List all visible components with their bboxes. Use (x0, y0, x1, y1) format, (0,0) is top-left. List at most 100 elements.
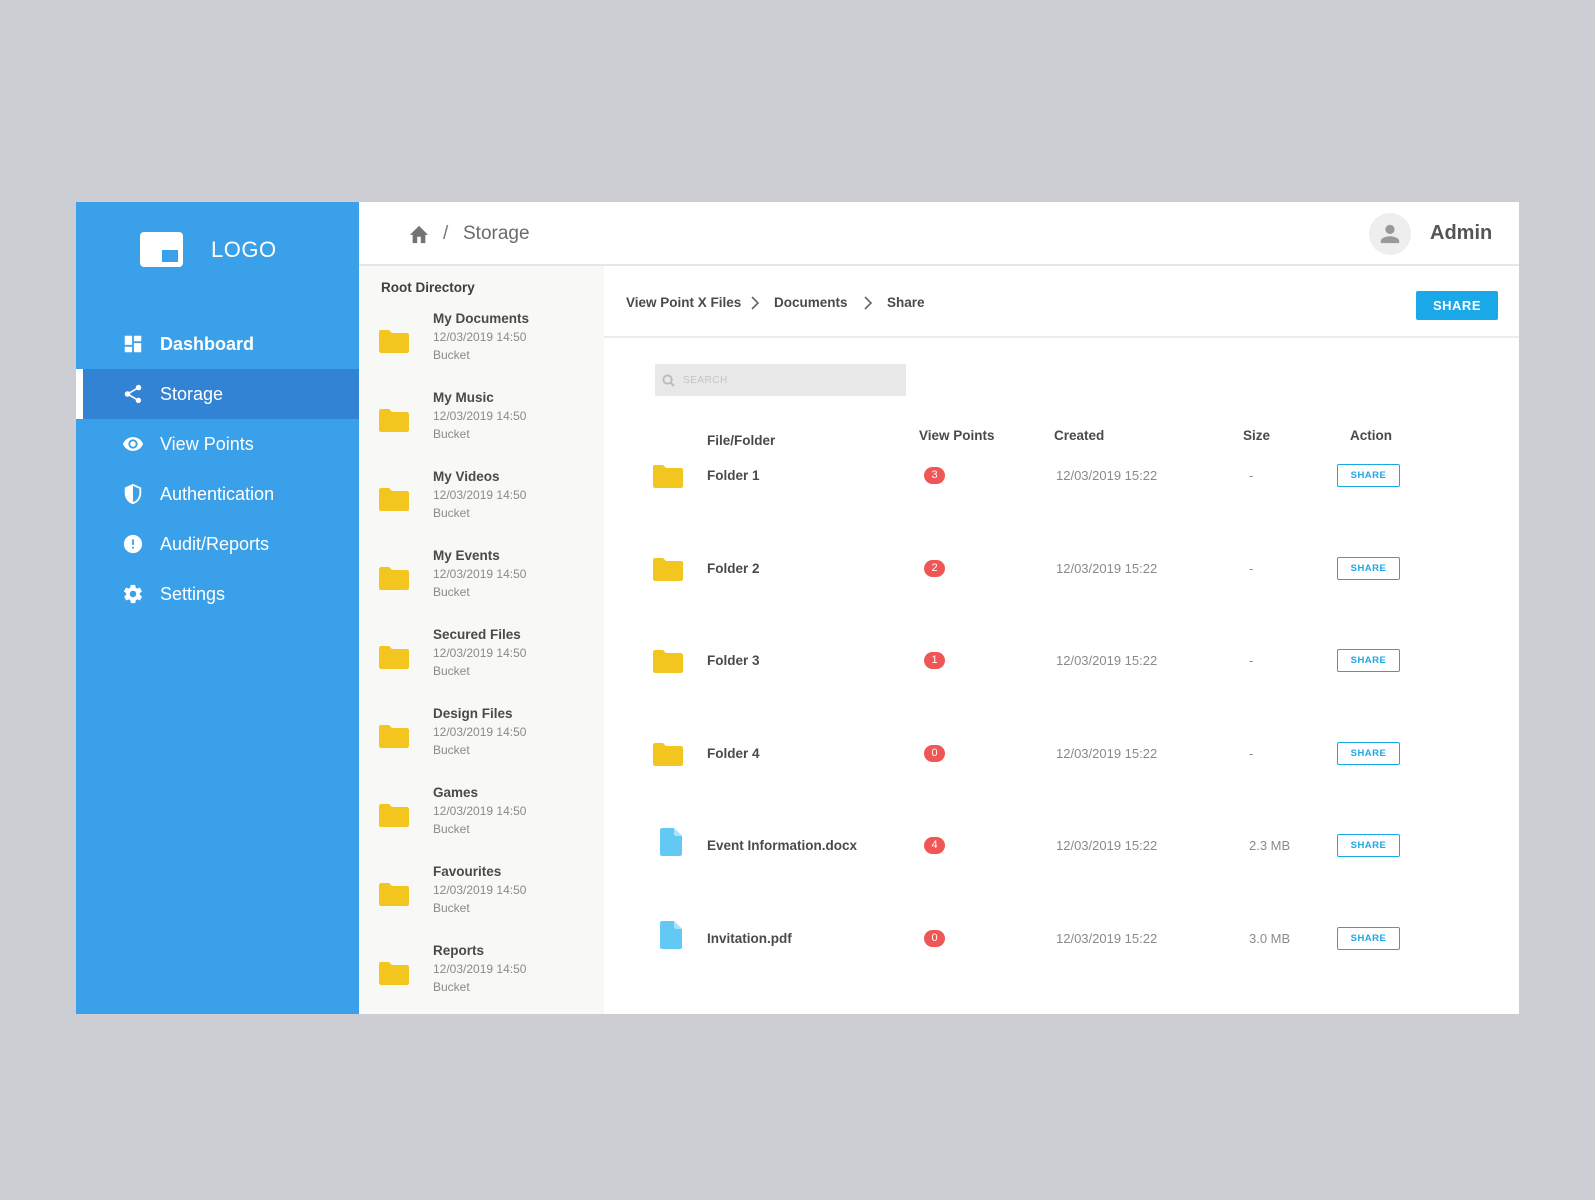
row-name[interactable]: Invitation.pdf (707, 931, 792, 946)
bucket-tag: Bucket (433, 743, 470, 757)
logo[interactable]: LOGO (140, 232, 277, 267)
folder-icon (379, 329, 409, 353)
row-share-button[interactable]: SHARE (1337, 464, 1400, 487)
row-name[interactable]: Folder 4 (707, 746, 760, 761)
row-name[interactable]: Folder 3 (707, 653, 760, 668)
alert-icon (121, 532, 145, 556)
sidebar-nav: Dashboard Storage View Points Authentica… (76, 319, 359, 619)
root-directory-item[interactable]: My Videos 12/03/2019 14:50 Bucket (359, 461, 604, 539)
sidebar-item-label: View Points (160, 433, 254, 454)
row-size: 2.3 MB (1249, 838, 1291, 854)
bucket-name: Reports (433, 943, 485, 958)
view-points-badge: 0 (924, 744, 945, 762)
sidebar-item-authentication[interactable]: Authentication (76, 469, 359, 519)
table-row[interactable]: Folder 1 3 12/03/2019 15:22 - SHARE (604, 464, 1519, 504)
search-input[interactable] (683, 374, 883, 386)
folder-icon (379, 408, 409, 432)
folder-icon (379, 487, 409, 511)
avatar[interactable] (1369, 213, 1411, 255)
column-header-file-folder[interactable]: File/Folder (707, 433, 775, 448)
bucket-date: 12/03/2019 14:50 (433, 409, 527, 423)
root-directory-item[interactable]: Reports 12/03/2019 14:50 Bucket (359, 935, 604, 1013)
bucket-tag: Bucket (433, 585, 470, 599)
column-header-size[interactable]: Size (1243, 428, 1270, 443)
user-icon (1380, 224, 1400, 244)
row-name[interactable]: Event Information.docx (707, 838, 857, 853)
sidebar-item-label: Storage (160, 383, 224, 404)
shield-icon (121, 482, 145, 506)
app-window: LOGO Dashboard Storage View Points Authe… (76, 202, 1519, 1014)
bucket-name: My Events (433, 548, 500, 563)
share-icon (121, 382, 145, 406)
row-size: - (1249, 560, 1254, 576)
root-directory-item[interactable]: My Music 12/03/2019 14:50 Bucket (359, 382, 604, 460)
bucket-date: 12/03/2019 14:50 (433, 646, 527, 660)
breadcrumb: View Point X Files Documents Share SHARE (604, 266, 1519, 338)
bucket-date: 12/03/2019 14:50 (433, 883, 527, 897)
root-directory-item[interactable]: Games 12/03/2019 14:50 Bucket (359, 777, 604, 855)
row-share-button[interactable]: SHARE (1337, 649, 1400, 673)
sidebar-item-settings[interactable]: Settings (76, 569, 359, 619)
sidebar-item-view-points[interactable]: View Points (76, 419, 359, 469)
breadcrumb-item[interactable]: Documents (774, 295, 848, 310)
bucket-name: Secured Files (433, 627, 521, 642)
table-row[interactable]: Invitation.pdf 0 12/03/2019 15:22 3.0 MB SHA… (604, 921, 1519, 967)
row-size: - (1249, 653, 1254, 669)
user-name[interactable]: Admin (1430, 222, 1492, 245)
root-directory-item[interactable]: Secured Files 12/03/2019 14:50 Bucket (359, 619, 604, 697)
sidebar-item-audit-reports[interactable]: Audit/Reports (76, 519, 359, 569)
bucket-name: Design Files (433, 706, 513, 721)
folder-icon (653, 557, 683, 586)
breadcrumb-separator: / (443, 223, 449, 244)
sidebar-item-dashboard[interactable]: Dashboard (76, 319, 359, 369)
search-bar[interactable] (655, 364, 906, 396)
row-size: 3.0 MB (1249, 931, 1291, 946)
sidebar: LOGO Dashboard Storage View Points Authe… (76, 202, 359, 1014)
root-directory-item[interactable]: Favourites 12/03/2019 14:50 Bucket (359, 856, 604, 934)
row-share-button[interactable]: SHARE (1337, 741, 1400, 765)
folder-icon (379, 566, 409, 590)
root-directory-title: Root Directory (381, 280, 475, 295)
table-row[interactable]: Event Information.docx 4 12/03/2019 15:22 2… (604, 828, 1519, 874)
bucket-tag: Bucket (433, 427, 470, 441)
sidebar-item-storage[interactable]: Storage (76, 369, 359, 419)
bucket-tag: Bucket (433, 901, 470, 915)
table-row[interactable]: Folder 4 0 12/03/2019 15:22 - SHARE (604, 741, 1519, 782)
bucket-date: 12/03/2019 14:50 (433, 804, 527, 818)
bucket-date: 12/03/2019 14:50 (433, 330, 527, 344)
root-directory-item[interactable]: Design Files 12/03/2019 14:50 Bucket (359, 698, 604, 776)
bucket-date: 12/03/2019 14:50 (433, 488, 527, 502)
row-name[interactable]: Folder 1 (707, 468, 760, 483)
breadcrumb-item[interactable]: View Point X Files (626, 295, 741, 310)
row-size: - (1249, 468, 1254, 483)
home-icon[interactable] (408, 224, 430, 244)
table-row[interactable]: Folder 2 2 12/03/2019 15:22 - SHARE (604, 556, 1519, 597)
row-share-button[interactable]: SHARE (1337, 834, 1400, 858)
dashboard-icon (121, 332, 145, 356)
column-header-created[interactable]: Created (1054, 428, 1104, 443)
row-created: 12/03/2019 15:22 (1056, 745, 1158, 761)
root-directory-panel: Root Directory My Documents 12/03/2019 14… (359, 266, 604, 1014)
row-name[interactable]: Folder 2 (707, 561, 760, 576)
row-created: 12/03/2019 15:22 (1056, 468, 1158, 483)
bucket-tag: Bucket (433, 348, 470, 362)
row-created: 12/03/2019 15:22 (1056, 653, 1158, 669)
sidebar-item-label: Audit/Reports (160, 533, 270, 554)
column-header-view-points[interactable]: View Points (919, 428, 995, 443)
bucket-date: 12/03/2019 14:50 (433, 567, 527, 581)
root-directory-item[interactable]: My Events 12/03/2019 14:50 Bucket (359, 540, 604, 618)
table-row[interactable]: Folder 3 1 12/03/2019 15:22 - SHARE (604, 649, 1519, 689)
row-size: - (1249, 745, 1254, 761)
row-share-button[interactable]: SHARE (1337, 556, 1400, 580)
bucket-date: 12/03/2019 14:50 (433, 725, 527, 739)
row-created: 12/03/2019 15:22 (1056, 838, 1158, 854)
row-share-button[interactable]: SHARE (1337, 927, 1400, 950)
breadcrumb-item[interactable]: Share (887, 295, 925, 310)
view-points-badge: 3 (924, 467, 945, 484)
folder-icon (653, 649, 683, 678)
gear-icon (121, 582, 145, 606)
root-directory-item[interactable]: My Documents 12/03/2019 14:50 Bucket (359, 303, 604, 381)
share-button[interactable]: SHARE (1416, 291, 1498, 320)
view-points-badge: 4 (924, 837, 945, 855)
sidebar-item-label: Dashboard (160, 333, 255, 354)
